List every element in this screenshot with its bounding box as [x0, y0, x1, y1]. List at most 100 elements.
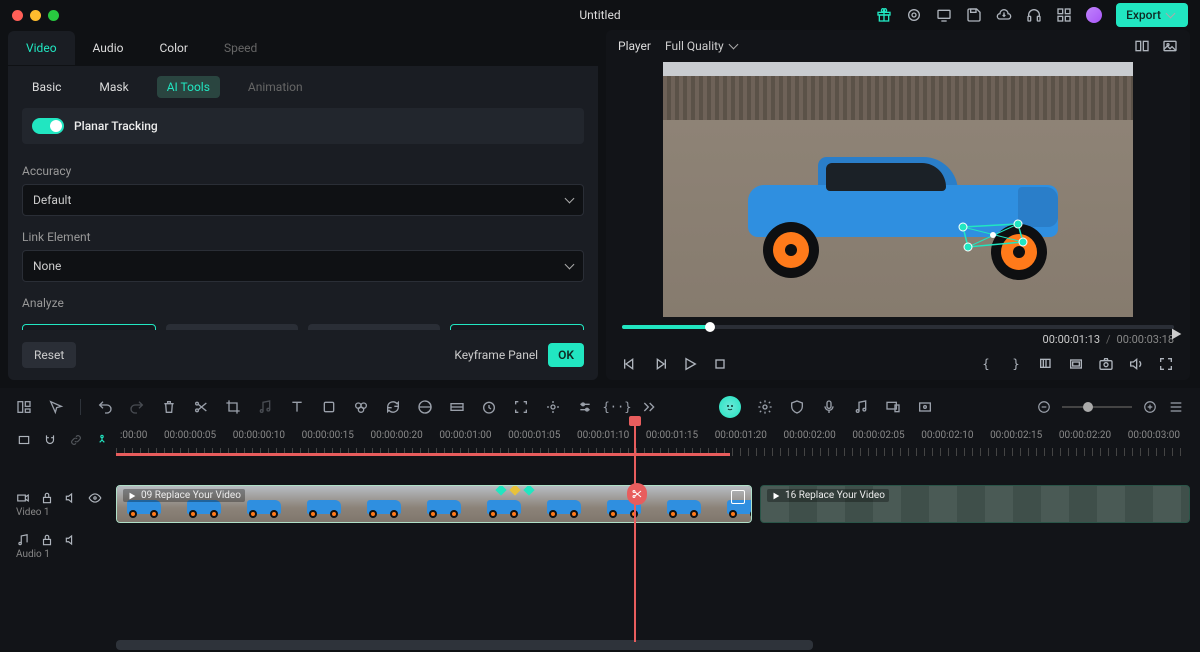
fullscreen-icon[interactable] [1158, 356, 1174, 372]
brace-close-icon[interactable]: } [1008, 356, 1024, 372]
planar-tracking-mesh[interactable] [958, 222, 1028, 252]
marker-icon[interactable] [1038, 356, 1054, 372]
headphones-icon[interactable] [1026, 7, 1042, 23]
compare-icon[interactable] [1134, 38, 1150, 54]
volume-icon[interactable] [1128, 356, 1144, 372]
inspector-panel: Video Audio Color Speed Basic Mask AI To… [8, 30, 598, 380]
magnet-icon[interactable] [42, 432, 58, 448]
subtab-basic[interactable]: Basic [22, 76, 71, 98]
color-wheel-icon[interactable] [417, 399, 433, 415]
list-view-icon[interactable] [1168, 399, 1184, 415]
monitor-icon[interactable] [936, 7, 952, 23]
minimize-window-icon[interactable] [30, 10, 41, 21]
split-icon[interactable] [193, 399, 209, 415]
fit-timeline-icon[interactable] [16, 432, 32, 448]
ok-button[interactable]: OK [548, 343, 584, 367]
snapshot-icon[interactable] [1098, 356, 1114, 372]
subtab-mask[interactable]: Mask [89, 76, 138, 98]
brace-open-icon[interactable]: { [978, 356, 994, 372]
subtab-aitools[interactable]: AI Tools [157, 76, 220, 98]
prev-frame-button[interactable] [622, 356, 638, 372]
eye-icon[interactable] [88, 491, 102, 505]
cloud-icon[interactable] [996, 7, 1012, 23]
more-icon[interactable] [641, 399, 657, 415]
record-icon[interactable] [906, 7, 922, 23]
mute-icon[interactable] [64, 533, 78, 547]
grid-icon[interactable] [1056, 7, 1072, 23]
chevron-down-icon [566, 259, 573, 273]
planar-tracking-toggle[interactable] [32, 118, 64, 134]
track-motion-icon[interactable] [94, 432, 110, 448]
keyframe-panel-label[interactable]: Keyframe Panel [454, 348, 538, 362]
mic-icon[interactable] [821, 399, 837, 415]
link-icon[interactable] [68, 432, 84, 448]
window-controls [12, 10, 59, 21]
quality-dropdown[interactable]: Full Quality [665, 39, 737, 53]
adjust-icon[interactable] [577, 399, 593, 415]
tab-audio[interactable]: Audio [75, 31, 142, 65]
preview-viewport[interactable] [663, 62, 1133, 317]
safe-area-icon[interactable] [1068, 356, 1084, 372]
subtab-animation[interactable]: Animation [238, 76, 313, 98]
clip-1[interactable]: 09 Replace Your Video [116, 485, 752, 523]
settings-gear-icon[interactable] [757, 399, 773, 415]
clip-2[interactable]: 16 Replace Your Video [760, 485, 1190, 523]
maximize-window-icon[interactable] [48, 10, 59, 21]
play-secondary-button[interactable] [1168, 326, 1184, 342]
effects-icon[interactable] [353, 399, 369, 415]
zoom-slider[interactable] [1036, 399, 1184, 415]
play-button[interactable] [682, 356, 698, 372]
close-window-icon[interactable] [12, 10, 23, 21]
undo-icon[interactable] [97, 399, 113, 415]
chroma-key-icon[interactable] [545, 399, 561, 415]
audio-track-row: Audio 1 [0, 526, 1200, 566]
speed-icon[interactable] [481, 399, 497, 415]
timeline-ruler[interactable]: :00:0000:00:00:0500:00:00:1000:00:00:150… [116, 430, 1200, 456]
cursor-icon[interactable] [48, 399, 64, 415]
gift-icon[interactable] [876, 7, 892, 23]
music-note-icon[interactable] [257, 399, 273, 415]
tab-video[interactable]: Video [8, 31, 75, 65]
focus-icon[interactable] [513, 399, 529, 415]
layout-icon[interactable] [16, 399, 32, 415]
zoom-out-icon[interactable] [1036, 399, 1052, 415]
camera-icon[interactable] [16, 491, 30, 505]
image-icon[interactable] [1162, 38, 1178, 54]
device-icon[interactable] [885, 399, 901, 415]
crop-icon[interactable] [225, 399, 241, 415]
mask-icon[interactable] [449, 399, 465, 415]
player-progress[interactable] [622, 325, 1174, 329]
lock-icon[interactable] [40, 491, 54, 505]
tab-speed[interactable]: Speed [206, 31, 275, 65]
save-icon[interactable] [966, 7, 982, 23]
redo-icon[interactable] [129, 399, 145, 415]
frame-icon[interactable] [917, 399, 933, 415]
export-button[interactable]: Export [1116, 3, 1188, 27]
reset-button[interactable]: Reset [22, 342, 76, 368]
shield-icon[interactable] [789, 399, 805, 415]
player-panel: Player Full Quality [606, 30, 1190, 380]
link-element-dropdown[interactable]: None [22, 250, 584, 282]
refresh-icon[interactable] [385, 399, 401, 415]
timeline-scrollbar[interactable] [116, 640, 1084, 650]
tab-color[interactable]: Color [141, 31, 205, 65]
audio-track[interactable] [116, 532, 1200, 560]
audio-track-label: Audio 1 [16, 549, 116, 560]
playhead[interactable] [634, 422, 636, 642]
mute-icon[interactable] [64, 491, 78, 505]
code-icon[interactable]: {··} [609, 399, 625, 415]
shape-icon[interactable] [321, 399, 337, 415]
stop-button[interactable] [712, 356, 728, 372]
audio-adjust-icon[interactable] [853, 399, 869, 415]
audio-note-icon[interactable] [16, 533, 30, 547]
ai-assistant-button[interactable] [719, 396, 741, 418]
cut-button[interactable] [627, 483, 647, 505]
chevron-down-icon [566, 193, 573, 207]
text-icon[interactable] [289, 399, 305, 415]
profile-avatar[interactable] [1086, 7, 1102, 23]
accuracy-dropdown[interactable]: Default [22, 184, 584, 216]
delete-icon[interactable] [161, 399, 177, 415]
zoom-in-icon[interactable] [1142, 399, 1158, 415]
lock-icon[interactable] [40, 533, 54, 547]
next-frame-button[interactable] [652, 356, 668, 372]
